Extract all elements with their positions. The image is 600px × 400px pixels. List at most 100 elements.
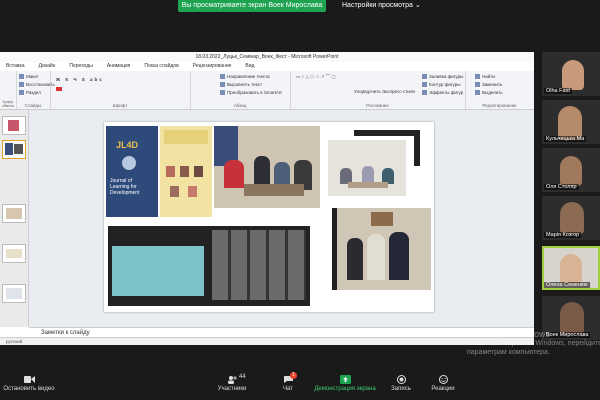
record-button[interactable]: Запись [386,370,416,400]
slide-thumbnail[interactable] [2,284,26,303]
tab-insert[interactable]: Вставка [6,63,25,69]
slide-thumbnail[interactable] [2,204,26,223]
select-icon [475,90,480,96]
participant-video [562,60,584,90]
font-color-button[interactable] [56,87,62,92]
replace-button[interactable]: Заменить [475,82,503,88]
align-text-label: Выровнять текст [227,82,263,87]
poster-header [164,130,208,144]
quick-styles-button[interactable]: Экспресс-стили [382,89,415,94]
shape-fill-button[interactable]: Заливка фигуры [422,74,463,80]
participants-count: 44 [239,374,246,380]
find-label: Найти [482,74,495,79]
thumb-image [8,120,19,131]
watermark-line: Чтобы активировать Windows, перейдите к [467,340,600,347]
arrange-button[interactable]: Упорядочить [354,89,381,94]
smartart-button[interactable]: Преобразовать в SmartArt [220,90,282,96]
seminar-poster-image [160,126,212,217]
chat-button[interactable]: 1 Чат [274,370,302,400]
current-slide[interactable]: JL4D Journal of Learning for Development [104,122,434,312]
poster-portrait [188,186,197,197]
poster-portrait [194,166,203,177]
participants-label: Участники [217,386,247,392]
tab-slideshow[interactable]: Показ слайдов [144,63,178,69]
table-object [244,184,304,196]
slide-thumbnail[interactable] [2,116,26,135]
share-screen-button[interactable]: Демонстрация экрана [308,370,382,400]
text-direction-icon [220,74,225,80]
ribbon-paragraph-group: Направление текста Выровнять текст Преоб… [190,71,291,109]
participant-name: Оля Столяр [544,184,579,190]
smartart-icon [220,90,225,96]
camera-icon [23,376,35,383]
ribbon-drawing-group: ▭ ○ △ ⬡ ☆ ↗ ⌒ ▢ Упорядочить Экспресс-сти… [290,71,466,109]
journal-name-line3: Development [110,190,140,196]
watermark-line: параметрам компьютера. [467,349,550,356]
shape-outline-icon [422,82,427,88]
office-photo [328,140,406,196]
section-label: Раздел [26,90,41,95]
shape-outline-label: Контур фигуры [429,82,461,87]
slide-thumbnail-active[interactable] [2,140,26,159]
watermark-title: Активация Windows [467,329,550,339]
ribbon-font-group: Ж К Ч S abc Шрифт [50,71,191,109]
thumb-image [14,144,23,154]
shape-effects-icon [422,90,427,96]
participant-tile[interactable]: Кульчицька Ма [542,100,600,144]
journal-cover-image: JL4D Journal of Learning for Development [106,126,158,217]
find-button[interactable]: Найти [475,74,495,80]
participant-video [560,202,584,234]
participants-button[interactable]: 44 Участники [212,370,252,400]
clipboard-group-label: Буфер обмена [1,100,15,108]
wall-picture [371,212,393,226]
participant-grid-in-photo [212,230,306,300]
video-conference-photo [108,226,310,306]
tab-animation[interactable]: Анимация [107,63,130,69]
journal-emblem-icon [122,156,136,170]
shape-effects-button[interactable]: Эффекты фигур [422,90,463,96]
tab-view[interactable]: Вид [245,63,254,69]
arrange-label: Упорядочить [354,89,381,94]
section-button[interactable]: Раздел [19,90,41,96]
section-icon [19,90,24,96]
poster-portrait [180,166,189,177]
journal-name: Journal of Learning for Development [110,178,139,196]
layout-label: Макет [26,74,39,79]
stop-video-button[interactable]: Остановить видео [0,370,58,400]
shared-slide-in-photo [112,246,204,296]
shared-powerpoint-window: 18.03.2022_Луцьк_Семінар_Воек_Фест - Mic… [0,52,534,345]
align-text-button[interactable]: Выровнять текст [220,82,263,88]
replace-label: Заменить [482,82,503,87]
quick-styles-label: Экспресс-стили [382,89,415,94]
reset-icon [19,82,24,88]
view-options-menu[interactable]: Настройки просмотра ⌄ [342,0,421,12]
participant-tile[interactable]: Марія Козгор [542,196,600,240]
tab-review[interactable]: Рецензирование [193,63,232,69]
text-direction-label: Направление текста [227,74,270,79]
participant-tile-active-speaker[interactable]: Олена Семенюк [542,246,600,290]
font-group-label: Шрифт [112,103,128,108]
slide-editing-area[interactable]: JL4D Journal of Learning for Development [29,110,534,327]
slide-thumbnail[interactable] [2,244,26,263]
editing-group-label: Редактирование [482,103,517,108]
font-format-buttons[interactable]: Ж К Ч S abc [56,77,104,82]
share-screen-label: Демонстрация экрана [314,386,376,392]
layout-button[interactable]: Макет [19,74,39,80]
person-figure [347,238,363,280]
text-direction-button[interactable]: Направление текста [220,74,270,80]
tab-transitions[interactable]: Переходы [69,63,92,69]
person-figure [224,160,244,188]
meeting-photo [214,126,320,208]
shapes-gallery[interactable]: ▭ ○ △ ⬡ ☆ ↗ ⌒ ▢ [296,74,336,80]
person-figure [367,234,385,280]
view-options-label[interactable]: Настройки просмотра [342,2,413,9]
tab-design[interactable]: Дизайн [39,63,56,69]
shape-outline-button[interactable]: Контур фигуры [422,82,461,88]
thumb-image [6,249,22,258]
reactions-button[interactable]: Реакции [428,370,458,400]
select-button[interactable]: Выделить [475,90,503,96]
participant-tile[interactable]: Olha Fast [542,52,600,96]
thumb-image [5,143,13,155]
person-figure [389,232,409,280]
participant-tile[interactable]: Оля Столяр [542,148,600,192]
